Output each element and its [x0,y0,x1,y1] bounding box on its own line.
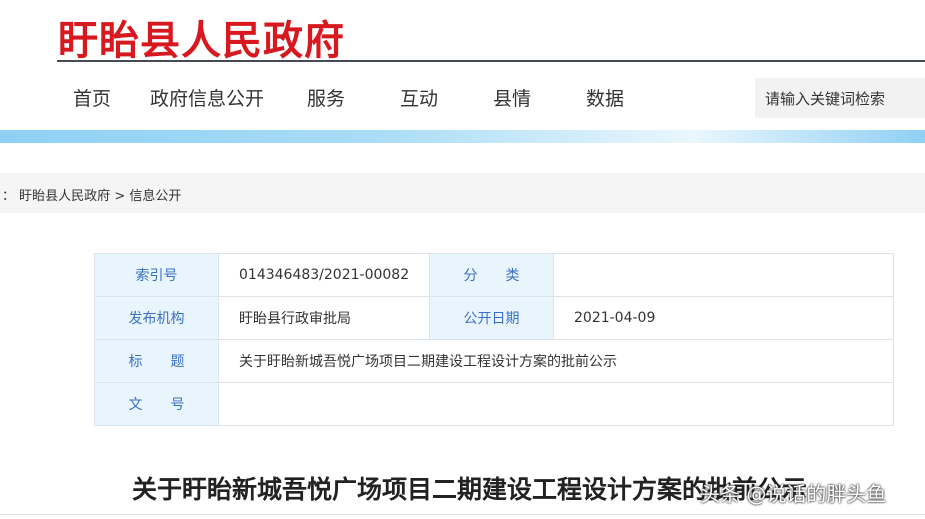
nav-gov-info[interactable]: 政府信息公开 [150,84,264,111]
search-input[interactable]: 请输入关键词检索 [755,78,925,118]
category-label: 分 类 [429,253,554,297]
title-value: 关于盱眙新城吾悦广场项目二期建设工程设计方案的批前公示 [218,339,894,383]
header-divider [57,60,925,62]
info-table: 索引号 014346483/2021-00082 分 类 发布机构 盱眙县行政审… [94,253,894,426]
table-row: 索引号 014346483/2021-00082 分 类 [94,253,894,297]
nav-county[interactable]: 县情 [493,84,531,111]
publisher-label: 发布机构 [94,296,219,340]
breadcrumb: ： 盱眙县人民政府 > 信息公开 [0,173,925,213]
breadcrumb-current[interactable]: 信息公开 [129,189,181,204]
nav-home[interactable]: 首页 [73,84,111,111]
index-value: 014346483/2021-00082 [218,253,430,297]
table-row: 标 题 关于盱眙新城吾悦广场项目二期建设工程设计方案的批前公示 [94,339,894,383]
breadcrumb-separator: > [114,189,126,204]
publisher-value: 盱眙县行政审批局 [218,296,430,340]
nav-data[interactable]: 数据 [586,84,624,111]
date-value: 2021-04-09 [553,296,894,340]
date-label: 公开日期 [429,296,554,340]
table-row: 文 号 [94,382,894,426]
breadcrumb-home[interactable]: 盱眙县人民政府 [19,189,110,204]
nav-services[interactable]: 服务 [307,84,345,111]
docno-label: 文 号 [94,382,219,426]
category-value [553,253,894,297]
title-label: 标 题 [94,339,219,383]
site-logo[interactable]: 盱眙县人民政府 [58,8,345,66]
index-label: 索引号 [94,253,219,297]
nav-interaction[interactable]: 互动 [400,84,438,111]
breadcrumb-prefix: ： [2,189,16,204]
docno-value [218,382,894,426]
divider [0,514,925,515]
watermark: 头条 @说话的胖头鱼 [700,482,887,506]
banner-strip [0,130,925,143]
table-row: 发布机构 盱眙县行政审批局 公开日期 2021-04-09 [94,296,894,340]
